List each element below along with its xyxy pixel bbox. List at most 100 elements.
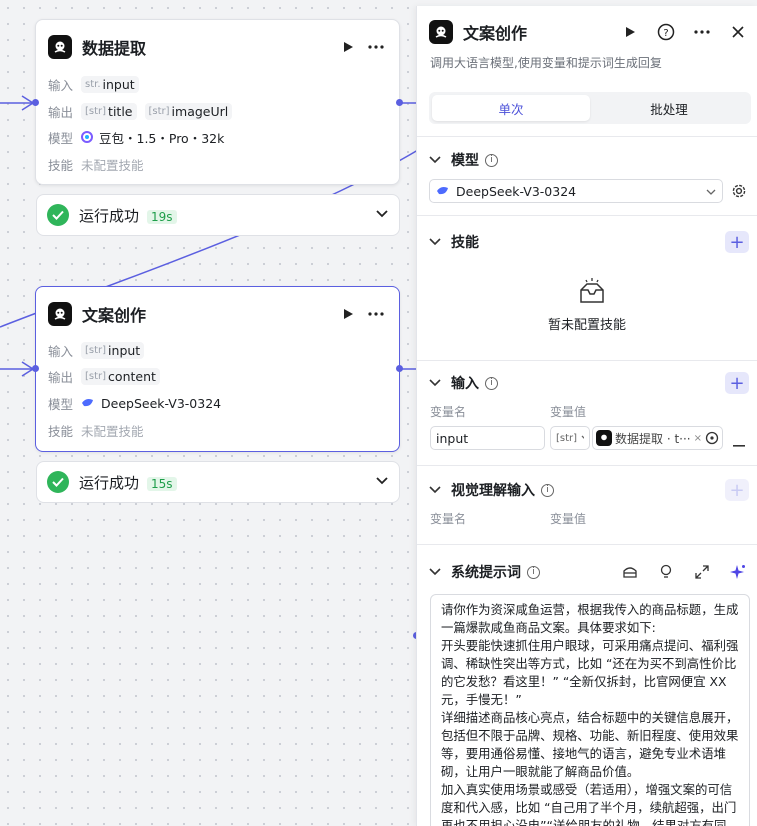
divider: [417, 544, 757, 545]
model-value: DeepSeek-V3-0324: [101, 395, 222, 411]
panel-title: 文案创作: [463, 24, 528, 43]
var-name-label: 变量名: [430, 405, 467, 419]
divider: [417, 360, 757, 361]
tab-batch[interactable]: 批处理: [590, 95, 748, 121]
output-label: 输出: [48, 104, 74, 120]
output-tag: [str] content: [81, 367, 160, 385]
settings-icon[interactable]: [731, 183, 747, 203]
skill-empty-text: 暂未配置技能: [547, 318, 626, 333]
prompt-section-header[interactable]: 系统提示词 i: [429, 561, 749, 583]
clear-icon[interactable]: ×: [694, 433, 702, 444]
add-input-button[interactable]: +: [725, 372, 749, 394]
info-icon[interactable]: i: [527, 565, 540, 579]
output-port[interactable]: [396, 99, 403, 106]
tab-single[interactable]: 单次: [432, 95, 590, 121]
divider: [417, 136, 757, 137]
model-label: 模型: [48, 396, 74, 412]
ai-sparkle-icon[interactable]: [727, 561, 749, 583]
divider: [417, 465, 757, 466]
chevron-down-icon: [429, 486, 443, 494]
bot-logo-icon: [596, 430, 612, 446]
empty-box-icon: [577, 278, 607, 310]
duration-badge: 15s: [147, 476, 177, 491]
duration-badge: 19s: [147, 209, 177, 224]
doubao-icon: [81, 131, 93, 143]
deepseek-icon: [436, 185, 450, 197]
chevron-down-icon: [429, 568, 443, 576]
input-port[interactable]: [32, 365, 39, 372]
chevron-down-icon: [429, 156, 443, 164]
divider: [417, 215, 757, 216]
model-value: 豆包・1.5・Pro・32k: [99, 130, 225, 146]
var-ref-input[interactable]: 数据提取 · t··· ×: [592, 426, 723, 450]
output-port[interactable]: [396, 365, 403, 372]
node-title: 数据提取: [82, 39, 147, 58]
chevron-down-icon[interactable]: [375, 475, 389, 490]
bot-logo-icon: [48, 302, 72, 326]
model-select[interactable]: DeepSeek-V3-0324: [429, 179, 723, 203]
var-value-label: 变量值: [550, 512, 587, 526]
node-data-extract[interactable]: 数据提取 输入 str. input 输出 [str] title [str] ima…: [35, 19, 400, 185]
input-tag: str. input: [81, 75, 139, 93]
run-icon[interactable]: [337, 36, 359, 58]
more-icon[interactable]: [365, 303, 387, 325]
close-icon[interactable]: [727, 21, 749, 43]
expand-icon[interactable]: [691, 561, 713, 583]
input-label: 输入: [48, 343, 74, 359]
input-label: 输入: [48, 77, 74, 93]
node-copywriting[interactable]: 文案创作 输入 [str] input 输出 [str] content 模型 De…: [35, 286, 400, 452]
node-config-panel: 文案创作 ? 调用大语言模型,使用变量和提示词生成回复 单次 批处理 模型 i …: [416, 6, 757, 826]
bot-logo-icon: [48, 35, 72, 59]
var-name-input[interactable]: input: [430, 426, 545, 450]
panel-description: 调用大语言模型,使用变量和提示词生成回复: [430, 56, 662, 70]
model-label: 模型: [48, 130, 74, 146]
var-value-label: 变量值: [550, 405, 587, 419]
skill-value: 未配置技能: [81, 423, 144, 439]
success-icon: [47, 204, 69, 226]
output-tag: [str] imageUrl: [144, 102, 233, 120]
bot-logo-icon: [429, 20, 453, 44]
lightbulb-icon[interactable]: [655, 561, 677, 583]
system-prompt-textarea[interactable]: 请你作为资深咸鱼运营，根据我传入的商品标题，生成一篇爆款咸鱼商品文案。具体要求如…: [430, 594, 750, 826]
info-icon[interactable]: i: [485, 376, 498, 390]
chevron-down-icon: [706, 184, 716, 199]
svg-text:?: ?: [663, 28, 668, 39]
mode-tabs: 单次 批处理: [429, 92, 751, 124]
input-tag: [str] input: [81, 341, 145, 359]
more-icon[interactable]: [365, 36, 387, 58]
skill-label: 技能: [48, 423, 74, 439]
output-label: 输出: [48, 369, 74, 385]
info-icon[interactable]: i: [541, 483, 554, 497]
more-icon[interactable]: [691, 21, 713, 43]
chevron-down-icon: [429, 379, 443, 387]
output-tag: [str] title: [81, 102, 137, 120]
chevron-down-icon[interactable]: [375, 208, 389, 223]
node-title: 文案创作: [82, 306, 147, 325]
run-icon[interactable]: [619, 21, 641, 43]
var-name-label: 变量名: [430, 512, 467, 526]
skill-label: 技能: [48, 157, 74, 173]
model-select-value: DeepSeek-V3-0324: [456, 183, 577, 199]
input-section-header[interactable]: 输入 i +: [429, 372, 749, 394]
run-status[interactable]: 运行成功 19s: [36, 194, 400, 236]
deepseek-icon: [81, 397, 95, 409]
success-icon: [47, 471, 69, 493]
skill-value: 未配置技能: [81, 157, 144, 173]
vision-section-header[interactable]: 视觉理解输入 i +: [429, 479, 749, 501]
status-text: 运行成功 15s: [79, 472, 375, 493]
target-icon[interactable]: [705, 431, 719, 445]
model-section-header[interactable]: 模型 i: [429, 149, 749, 171]
template-library-icon[interactable]: [619, 561, 641, 583]
help-icon[interactable]: ?: [655, 21, 677, 43]
input-port[interactable]: [32, 99, 39, 106]
var-ref-value: 数据提取 · t···: [615, 431, 691, 446]
add-skill-button[interactable]: +: [725, 231, 749, 253]
skill-section-header[interactable]: 技能 +: [429, 231, 749, 253]
run-status[interactable]: 运行成功 15s: [36, 461, 400, 503]
run-icon[interactable]: [337, 303, 359, 325]
remove-icon[interactable]: [733, 436, 745, 451]
var-type-select[interactable]: [str]: [550, 426, 590, 450]
info-icon[interactable]: i: [485, 153, 498, 167]
add-vision-button[interactable]: +: [725, 479, 749, 501]
status-text: 运行成功 19s: [79, 205, 375, 226]
